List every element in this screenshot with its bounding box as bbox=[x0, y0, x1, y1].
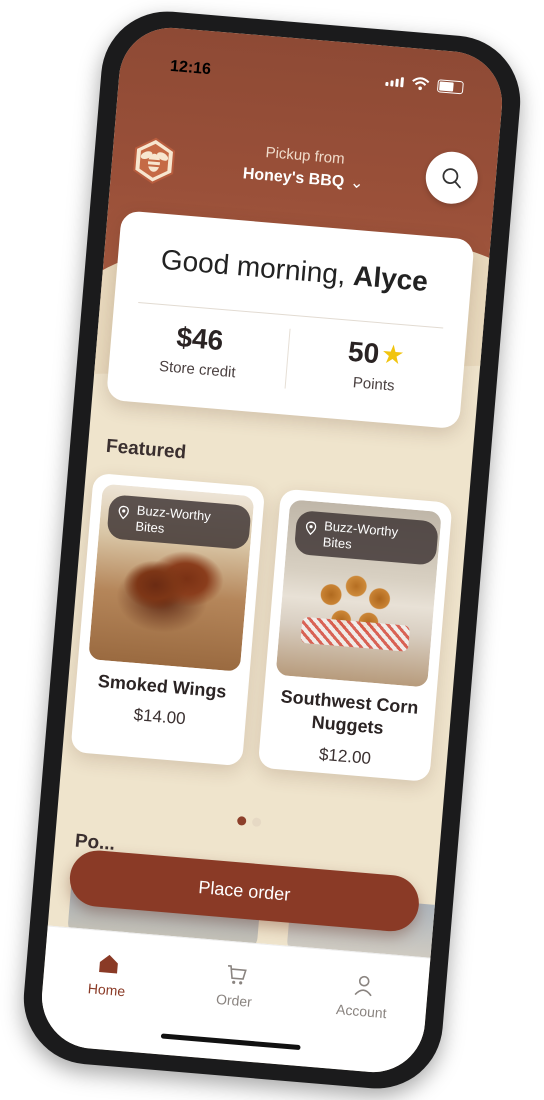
battery-icon bbox=[436, 78, 464, 94]
carousel-dot-active[interactable] bbox=[236, 816, 247, 826]
featured-card[interactable]: Buzz-Worthy Bites Southwest Corn Nuggets… bbox=[257, 488, 453, 782]
category-tag: Buzz-Worthy Bites bbox=[293, 509, 439, 566]
user-name: Alyce bbox=[352, 259, 430, 298]
home-icon bbox=[99, 954, 118, 974]
user-icon bbox=[354, 975, 372, 997]
item-name: Southwest Corn Nuggets bbox=[279, 686, 420, 738]
featured-card[interactable]: Buzz-Worthy Bites Smoked Wings $14.00 bbox=[70, 472, 266, 767]
tab-home-label: Home bbox=[87, 980, 126, 1000]
location-pin-icon bbox=[118, 505, 129, 520]
featured-carousel[interactable]: Buzz-Worthy Bites Smoked Wings $14.00 Bu… bbox=[69, 472, 477, 804]
greeting-prefix: Good morning, bbox=[159, 243, 347, 291]
category-tag-label: Buzz-Worthy Bites bbox=[322, 518, 399, 552]
category-tag-label: Buzz-Worthy Bites bbox=[134, 502, 212, 536]
tab-order-label: Order bbox=[215, 990, 253, 1010]
smoked-wings-photo: Buzz-Worthy Bites bbox=[88, 483, 255, 672]
home-indicator bbox=[160, 1033, 301, 1051]
wifi-icon bbox=[412, 77, 430, 91]
item-name: Smoked Wings bbox=[97, 670, 228, 702]
greeting-card: Good morning, Alyce $46 Store credit 50★… bbox=[106, 210, 475, 430]
tab-account[interactable]: Account bbox=[297, 968, 428, 1025]
search-icon bbox=[442, 168, 461, 189]
category-tag: Buzz-Worthy Bites bbox=[106, 494, 252, 550]
stage: 12:16 Pickup from Honey's BBQ ⌄ Good mor… bbox=[0, 0, 544, 1100]
tab-order[interactable]: Order bbox=[170, 957, 301, 1014]
tab-account-label: Account bbox=[335, 1001, 388, 1022]
corn-nuggets-photo: Buzz-Worthy Bites bbox=[275, 499, 442, 688]
cart-icon bbox=[227, 964, 247, 985]
star-icon: ★ bbox=[379, 338, 406, 371]
location-pin-icon bbox=[305, 521, 317, 536]
status-time: 12:16 bbox=[169, 57, 212, 79]
chevron-down-icon: ⌄ bbox=[349, 174, 365, 193]
signal-icon bbox=[385, 76, 405, 88]
phone-mockup: 12:16 Pickup from Honey's BBQ ⌄ Good mor… bbox=[18, 6, 526, 1094]
points-value: 50 bbox=[346, 335, 381, 370]
paper-tray bbox=[300, 616, 411, 652]
carousel-dot[interactable] bbox=[251, 817, 262, 828]
item-price: $14.00 bbox=[132, 705, 187, 729]
featured-heading: Featured bbox=[105, 435, 187, 464]
points-stat[interactable]: 50★ Points bbox=[285, 331, 466, 401]
tab-home[interactable]: Home bbox=[42, 946, 173, 1003]
item-price: $12.00 bbox=[318, 744, 372, 768]
greeting-text: Good morning, Alyce bbox=[117, 240, 472, 302]
store-credit-stat[interactable]: $46 Store credit bbox=[108, 316, 289, 386]
